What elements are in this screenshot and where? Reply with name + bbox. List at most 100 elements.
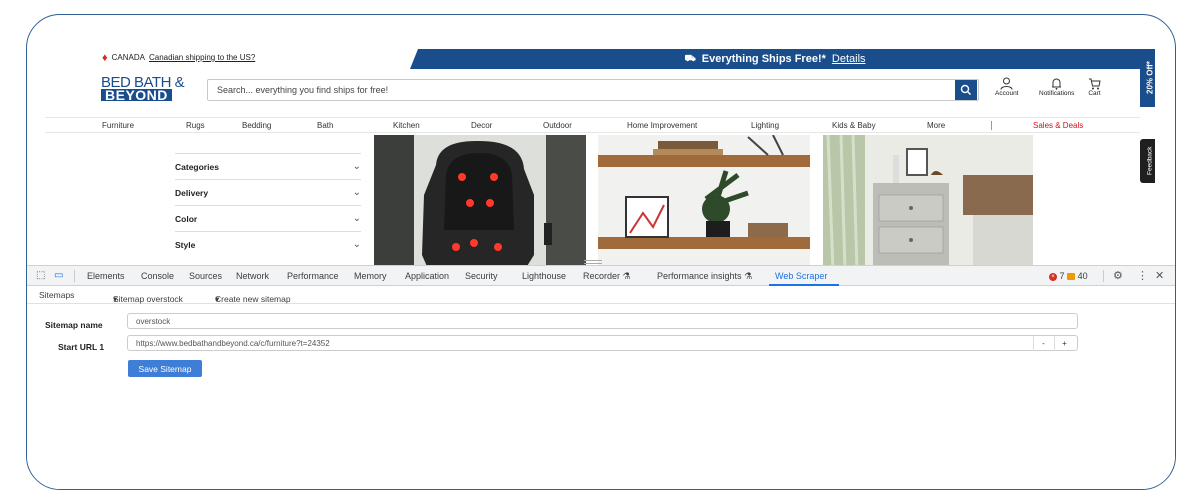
- nav-item-lighting[interactable]: Lighting: [751, 121, 779, 130]
- tab-network[interactable]: Network: [236, 271, 269, 281]
- shipping-link[interactable]: Canadian shipping to the US?: [149, 53, 255, 62]
- notifications-button[interactable]: Notifications: [1039, 77, 1074, 97]
- promo-banner: ⛟ Everything Ships Free!* Details: [410, 49, 1140, 69]
- close-icon[interactable]: ✕: [1155, 269, 1164, 282]
- devtools-resize-handle[interactable]: [584, 260, 602, 264]
- top-bar: ♦ CANADA Canadian shipping to the US? ⛟ …: [45, 49, 1140, 69]
- nav-divider: [991, 121, 992, 130]
- tab-divider: [1103, 270, 1104, 282]
- issues-counter[interactable]: × 7 40: [1049, 271, 1088, 281]
- start-url-input[interactable]: https://www.bedbathandbeyond.ca/c/furnit…: [127, 335, 1078, 351]
- chevron-down-icon: ⌄: [352, 161, 361, 172]
- tab-label: Recorder: [583, 271, 621, 281]
- search-icon: [960, 84, 971, 95]
- warning-count: 40: [1077, 271, 1088, 281]
- filter-style[interactable]: Style ⌄: [175, 231, 361, 257]
- remove-url-button[interactable]: -: [1033, 336, 1053, 351]
- add-url-button[interactable]: +: [1054, 336, 1074, 351]
- nav-item-bath[interactable]: Bath: [317, 121, 333, 130]
- chevron-down-icon: ⌄: [352, 213, 361, 224]
- site-logo[interactable]: BED BATH & BEYOND: [101, 75, 185, 102]
- browser-viewport: ♦ CANADA Canadian shipping to the US? ⛟ …: [45, 49, 1155, 271]
- account-label: Account: [995, 90, 1019, 97]
- start-url-value: https://www.bedbathandbeyond.ca/c/furnit…: [136, 338, 330, 348]
- tab-security[interactable]: Security: [465, 271, 498, 281]
- start-url-label: Start URL 1: [58, 342, 105, 352]
- truck-icon: ⛟: [684, 53, 696, 63]
- country-selector[interactable]: ♦ CANADA Canadian shipping to the US?: [102, 51, 255, 64]
- devtools-tab-bar: ⬚ ▭ Elements Console Sources Network Per…: [27, 265, 1175, 286]
- subnav-label: Sitemap overstock: [113, 294, 183, 304]
- error-icon: ×: [1049, 272, 1057, 281]
- chevron-down-icon: ⌄: [352, 187, 361, 198]
- tab-sources[interactable]: Sources: [189, 271, 222, 281]
- search-placeholder: Search... everything you find ships for …: [217, 85, 389, 95]
- notifications-label: Notifications: [1039, 90, 1075, 97]
- subnav-label: Create new sitemap: [215, 294, 291, 304]
- filter-label: Style: [175, 239, 196, 250]
- promo-text: Everything Ships Free!*: [701, 53, 826, 65]
- filter-color[interactable]: Color ⌄: [175, 205, 361, 231]
- subnav-sitemaps[interactable]: Sitemaps: [39, 290, 74, 300]
- product-image-recliner[interactable]: [374, 135, 586, 271]
- feedback-side-tab[interactable]: Feedback: [1140, 139, 1155, 183]
- nav-item-bedding[interactable]: Bedding: [242, 121, 271, 130]
- maple-leaf-icon: ♦: [102, 51, 108, 64]
- error-count: 7: [1059, 271, 1065, 281]
- filter-categories[interactable]: Categories ⌄: [175, 153, 361, 179]
- bell-icon: [1052, 78, 1062, 90]
- screenshot-frame: ♦ CANADA Canadian shipping to the US? ⛟ …: [26, 14, 1176, 490]
- tab-application[interactable]: Application: [405, 271, 449, 281]
- nav-item-home-improvement[interactable]: Home Improvement: [627, 121, 697, 130]
- filter-label: Categories: [175, 161, 219, 172]
- nav-item-furniture[interactable]: Furniture: [102, 121, 134, 130]
- filter-label: Color: [175, 213, 198, 224]
- filter-delivery[interactable]: Delivery ⌄: [175, 179, 361, 205]
- person-icon: [1000, 77, 1013, 90]
- account-button[interactable]: Account: [995, 77, 1019, 97]
- caret-down-icon: ▾: [113, 294, 118, 304]
- nav-item-more[interactable]: More: [927, 121, 945, 130]
- nav-item-kitchen[interactable]: Kitchen: [393, 121, 420, 130]
- nav-item-kids-baby[interactable]: Kids & Baby: [832, 121, 876, 130]
- tab-performance[interactable]: Performance: [287, 271, 339, 281]
- category-nav: Furniture Rugs Bedding Bath Kitchen Deco…: [45, 117, 1140, 133]
- tab-web-scraper[interactable]: Web Scraper: [775, 271, 827, 281]
- sitemap-name-input[interactable]: overstock: [127, 313, 1078, 329]
- nav-item-outdoor[interactable]: Outdoor: [543, 121, 572, 130]
- warning-icon: [1067, 273, 1076, 281]
- tab-divider: [74, 270, 75, 282]
- gear-icon[interactable]: ⚙: [1113, 269, 1123, 282]
- tab-memory[interactable]: Memory: [354, 271, 387, 281]
- cart-label: Cart: [1088, 90, 1101, 97]
- more-options-icon[interactable]: ⋮: [1137, 269, 1148, 282]
- search-input[interactable]: Search... everything you find ships for …: [207, 79, 979, 101]
- flask-icon: ⚗: [744, 271, 753, 281]
- product-image-nightstand[interactable]: [823, 135, 1033, 271]
- search-button[interactable]: [955, 80, 977, 100]
- filter-panel: Categories ⌄ Delivery ⌄ Color ⌄ Style ⌄: [175, 153, 361, 257]
- cart-button[interactable]: Cart: [1088, 77, 1101, 97]
- device-toolbar-icon[interactable]: ▭: [54, 270, 63, 281]
- caret-down-icon: ▾: [215, 294, 220, 304]
- country-label: CANADA: [111, 53, 145, 62]
- filter-label: Delivery: [175, 187, 209, 198]
- nav-item-decor[interactable]: Decor: [471, 121, 492, 130]
- promo-details-link[interactable]: Details: [832, 53, 866, 65]
- nav-item-sales-deals[interactable]: Sales & Deals: [1033, 121, 1083, 130]
- chevron-down-icon: ⌄: [352, 239, 361, 250]
- save-sitemap-button[interactable]: Save Sitemap: [128, 360, 202, 377]
- tab-elements[interactable]: Elements: [87, 271, 125, 281]
- tab-performance-insights[interactable]: Performance insights ⚗: [657, 271, 752, 282]
- discount-side-tab[interactable]: 20% Off*: [1140, 49, 1155, 107]
- flask-icon: ⚗: [622, 271, 631, 281]
- tab-console[interactable]: Console: [141, 271, 174, 281]
- sitemap-name-label: Sitemap name: [45, 320, 103, 330]
- tab-recorder[interactable]: Recorder ⚗: [583, 271, 631, 282]
- cart-icon: [1089, 78, 1101, 90]
- product-image-floating-shelf[interactable]: [598, 135, 810, 271]
- site-header: BED BATH & BEYOND Search... everything y…: [45, 69, 1140, 109]
- tab-lighthouse[interactable]: Lighthouse: [522, 271, 566, 281]
- inspect-element-icon[interactable]: ⬚: [36, 270, 45, 281]
- nav-item-rugs[interactable]: Rugs: [186, 121, 205, 130]
